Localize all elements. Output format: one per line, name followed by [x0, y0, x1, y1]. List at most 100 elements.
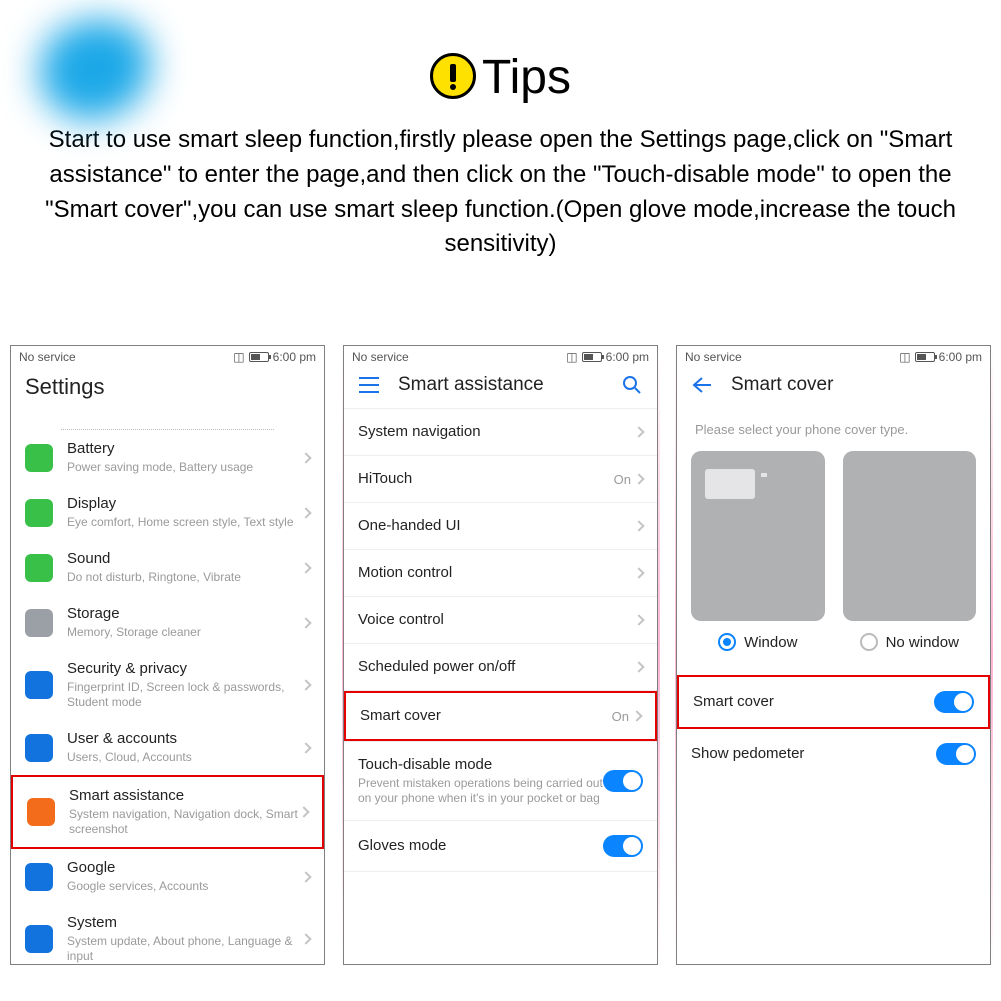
row-icon [25, 863, 53, 891]
row-label: Touch-disable mode [358, 756, 603, 774]
chevron-right-icon [633, 567, 644, 578]
toggle-switch[interactable] [934, 691, 974, 713]
phone-screen-smart-assistance: No service ◫6:00 pm Smart assistance Sys… [343, 345, 658, 965]
cover-preview-window [691, 451, 825, 621]
page-title: Smart cover [731, 374, 976, 396]
sa-row-scheduled-power-on-off[interactable]: Scheduled power on/off [344, 644, 657, 690]
settings-row-system[interactable]: SystemSystem update, About phone, Langua… [11, 904, 324, 964]
row-label: Display [67, 495, 302, 513]
row-sublabel: Users, Cloud, Accounts [67, 750, 302, 765]
screenshots-row: No service ◫6:00 pm Settings BatteryPowe… [10, 345, 991, 965]
sa-row-voice-control[interactable]: Voice control [344, 597, 657, 643]
settings-row-user-accounts[interactable]: User & accountsUsers, Cloud, Accounts [11, 720, 324, 775]
sa-row-gloves-mode[interactable]: Gloves mode [344, 821, 657, 871]
chevron-right-icon [300, 507, 311, 518]
title-row: Smart assistance [344, 366, 657, 408]
page-title: Settings [25, 374, 310, 400]
partial-row [61, 412, 274, 430]
settings-row-google[interactable]: Google Google services, Accounts [11, 849, 324, 904]
status-left: No service [352, 350, 409, 364]
sc-row-show-pedometer[interactable]: Show pedometer [677, 729, 990, 779]
row-label: System navigation [358, 423, 635, 441]
row-sublabel: Google services, Accounts [67, 879, 302, 894]
sc-row-smart-cover[interactable]: Smart cover [677, 675, 990, 729]
chevron-right-icon [300, 742, 311, 753]
title-row: Smart cover [677, 366, 990, 408]
chevron-right-icon [631, 710, 642, 721]
settings-list: Battery Power saving mode, Battery usage D… [11, 412, 324, 964]
chevron-right-icon [300, 452, 311, 463]
row-label: Storage [67, 605, 302, 623]
settings-row-sound[interactable]: Sound Do not disturb, Ringtone, Vibrate [11, 540, 324, 595]
chevron-right-icon [633, 473, 644, 484]
chevron-right-icon [633, 426, 644, 437]
hamburger-icon[interactable] [358, 377, 380, 393]
chevron-right-icon [633, 614, 644, 625]
cover-choices: Window No window [677, 445, 990, 657]
row-label: Scheduled power on/off [358, 658, 635, 676]
row-icon [25, 925, 53, 953]
row-label: Google [67, 859, 302, 877]
row-label: Motion control [358, 564, 635, 582]
battery-icon [249, 352, 269, 362]
chevron-right-icon [300, 562, 311, 573]
cover-option-nowindow[interactable]: No window [843, 451, 977, 651]
row-icon [25, 671, 53, 699]
tips-title: Tips [482, 51, 571, 104]
row-value: On [614, 472, 631, 487]
row-label: Sound [67, 550, 302, 568]
row-label: Battery [67, 440, 302, 458]
status-bar: No service ◫6:00 pm [11, 346, 324, 366]
toggle-switch[interactable] [603, 835, 643, 857]
sa-row-hitouch[interactable]: HiTouchOn [344, 456, 657, 502]
toggle-switch[interactable] [936, 743, 976, 765]
row-sublabel: Prevent mistaken operations being carrie… [358, 776, 603, 806]
smart-assistance-list: System navigation HiTouchOn One-handed UI M… [344, 409, 657, 964]
chevron-right-icon [300, 933, 311, 944]
row-value: On [612, 709, 629, 724]
toggle-switch[interactable] [603, 770, 643, 792]
battery-icon [582, 352, 602, 362]
settings-row-smart-assistance[interactable]: Smart assistance System navigation, Navig… [11, 775, 324, 849]
settings-row-storage[interactable]: Storage Memory, Storage cleaner [11, 595, 324, 650]
back-icon[interactable] [691, 377, 713, 393]
sim-icon: ◫ [233, 350, 244, 364]
row-sublabel: System navigation, Navigation dock, Smar… [69, 807, 300, 837]
radio-label: Window [744, 634, 797, 651]
row-label: Voice control [358, 611, 635, 629]
settings-row-battery[interactable]: Battery Power saving mode, Battery usage [11, 430, 324, 485]
row-sublabel: Memory, Storage cleaner [67, 625, 302, 640]
cover-preview-nowindow [843, 451, 977, 621]
row-label: One-handed UI [358, 517, 635, 535]
search-icon[interactable] [621, 375, 643, 395]
row-icon [25, 444, 53, 472]
sim-icon: ◫ [566, 350, 577, 364]
row-label: Smart assistance [69, 787, 300, 805]
sa-row-system-navigation[interactable]: System navigation [344, 409, 657, 455]
row-label: Show pedometer [691, 745, 936, 763]
chevron-right-icon [633, 661, 644, 672]
page-title: Smart assistance [398, 374, 621, 396]
settings-row-display[interactable]: DisplayEye comfort, Home screen style, T… [11, 485, 324, 540]
settings-row-security-privacy[interactable]: Security & privacyFingerprint ID, Screen… [11, 650, 324, 720]
chevron-right-icon [300, 871, 311, 882]
sa-row-one-handed-ui[interactable]: One-handed UI [344, 503, 657, 549]
row-sublabel: Power saving mode, Battery usage [67, 460, 302, 475]
row-icon [27, 798, 55, 826]
row-sublabel: Do not disturb, Ringtone, Vibrate [67, 570, 302, 585]
phone-screen-settings: No service ◫6:00 pm Settings Battery Powe… [10, 345, 325, 965]
cover-option-window[interactable]: Window [691, 451, 825, 651]
status-bar: No service ◫6:00 pm [677, 346, 990, 366]
row-icon [25, 554, 53, 582]
status-left: No service [19, 350, 76, 364]
tips-body: Start to use smart sleep function,firstl… [0, 105, 1001, 262]
sa-row-motion-control[interactable]: Motion control [344, 550, 657, 596]
sa-row-smart-cover[interactable]: Smart coverOn [344, 691, 657, 741]
status-time: 6:00 pm [939, 350, 982, 364]
chevron-right-icon [298, 806, 309, 817]
row-icon [25, 609, 53, 637]
row-label: Smart cover [693, 693, 934, 711]
tips-header: Tips [0, 0, 1001, 105]
sa-row-touch-disable-mode[interactable]: Touch-disable mode Prevent mistaken opera… [344, 742, 657, 820]
radio-icon [860, 633, 878, 651]
